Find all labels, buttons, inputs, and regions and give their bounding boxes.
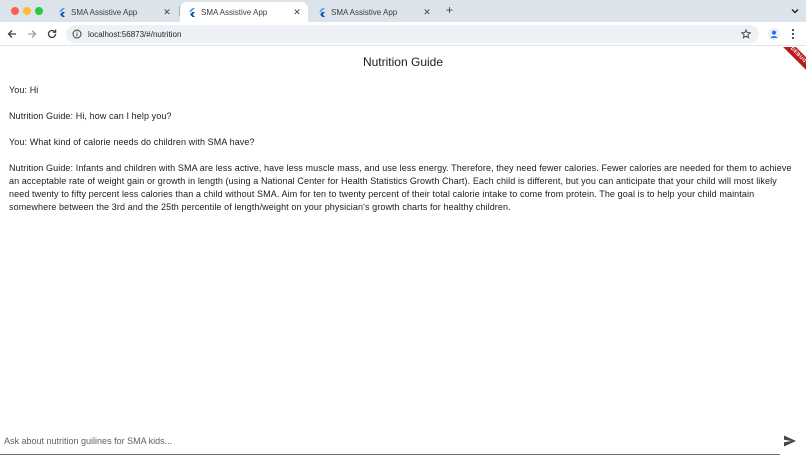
chat-message-bot: Nutrition Guide: Hi, how can I help you? (9, 111, 172, 121)
chat-message-user: You: Hi (9, 85, 39, 95)
back-arrow-icon[interactable] (5, 27, 19, 41)
close-window-button[interactable] (11, 7, 19, 15)
chat-message-bot: Nutrition Guide: Infants and children wi… (9, 163, 792, 212)
browser-tab-3[interactable]: SMA Assistive App ✕ (310, 2, 438, 22)
browser-toolbar: localhost:56873/#/nutrition (0, 22, 806, 46)
profile-icon[interactable] (767, 27, 781, 41)
flutter-logo-icon (58, 7, 65, 17)
maximize-window-button[interactable] (35, 7, 43, 15)
chevron-down-icon[interactable] (789, 5, 801, 17)
more-options-icon[interactable] (787, 27, 799, 41)
bookmark-star-icon[interactable] (741, 29, 751, 39)
browser-tab-2[interactable]: SMA Assistive App ✕ (180, 2, 308, 22)
address-bar[interactable]: localhost:56873/#/nutrition (66, 25, 759, 43)
browser-tab-1[interactable]: SMA Assistive App ✕ (50, 2, 178, 22)
send-icon[interactable] (782, 433, 798, 449)
flutter-logo-icon (318, 7, 325, 17)
chat-input-row (0, 429, 806, 453)
forward-arrow-icon[interactable] (25, 27, 39, 41)
flutter-logo-icon (188, 7, 195, 17)
close-tab-icon[interactable]: ✕ (422, 7, 432, 17)
reload-icon[interactable] (45, 27, 59, 41)
close-tab-icon[interactable]: ✕ (292, 7, 302, 17)
app-page: Nutrition Guide DEBUG You: Hi Nutrition … (0, 47, 806, 461)
minimize-window-button[interactable] (23, 7, 31, 15)
chat-messages: You: Hi Nutrition Guide: Hi, how can I h… (9, 84, 799, 227)
url-text: localhost:56873/#/nutrition (88, 29, 182, 39)
input-underline (0, 454, 780, 455)
tab-title: SMA Assistive App (71, 7, 138, 17)
chat-message-user: You: What kind of calorie needs do child… (9, 137, 255, 147)
page-title: Nutrition Guide (362, 55, 444, 69)
site-info-icon[interactable] (72, 29, 82, 39)
new-tab-button[interactable]: + (443, 4, 456, 17)
close-tab-icon[interactable]: ✕ (162, 7, 172, 17)
tab-strip: SMA Assistive App ✕ SMA Assistive App ✕ … (0, 0, 806, 22)
tab-title: SMA Assistive App (201, 7, 268, 17)
chat-input[interactable] (4, 433, 764, 449)
tab-title: SMA Assistive App (331, 7, 398, 17)
